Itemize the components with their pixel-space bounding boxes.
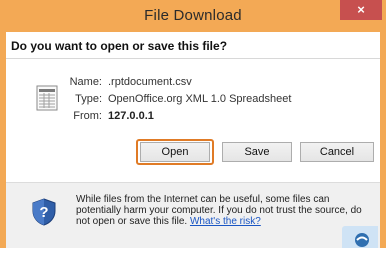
app-tray-icon[interactable]	[342, 226, 378, 248]
title-bar[interactable]: File Download ×	[0, 0, 386, 32]
save-button[interactable]: Save	[222, 142, 292, 162]
file-download-dialog: File Download × Do you want to open or s…	[0, 0, 386, 248]
tray-logo-icon	[355, 233, 369, 247]
security-shield-icon: ?	[32, 198, 56, 226]
file-name-value: .rptdocument.csv	[108, 76, 192, 88]
file-from-label: From:	[73, 110, 102, 122]
close-button[interactable]: ×	[340, 0, 382, 20]
file-type-label: Type:	[75, 93, 102, 105]
dialog-content: Do you want to open or save this file? N…	[6, 32, 380, 248]
file-from-value: 127.0.0.1	[108, 110, 154, 122]
warning-text-block: While files from the Internet can be use…	[76, 194, 372, 227]
whats-the-risk-link[interactable]: What's the risk?	[190, 216, 261, 227]
divider	[6, 58, 380, 59]
file-type-value: OpenOffice.org XML 1.0 Spreadsheet	[108, 93, 292, 105]
svg-text:?: ?	[39, 204, 48, 221]
file-name-label: Name:	[69, 76, 102, 88]
question-text: Do you want to open or save this file?	[11, 39, 228, 53]
security-warning-panel: ? While files from the Internet can be u…	[6, 182, 380, 248]
cancel-button[interactable]: Cancel	[300, 142, 374, 162]
open-button[interactable]: Open	[140, 142, 210, 162]
dialog-title: File Download	[144, 7, 242, 24]
